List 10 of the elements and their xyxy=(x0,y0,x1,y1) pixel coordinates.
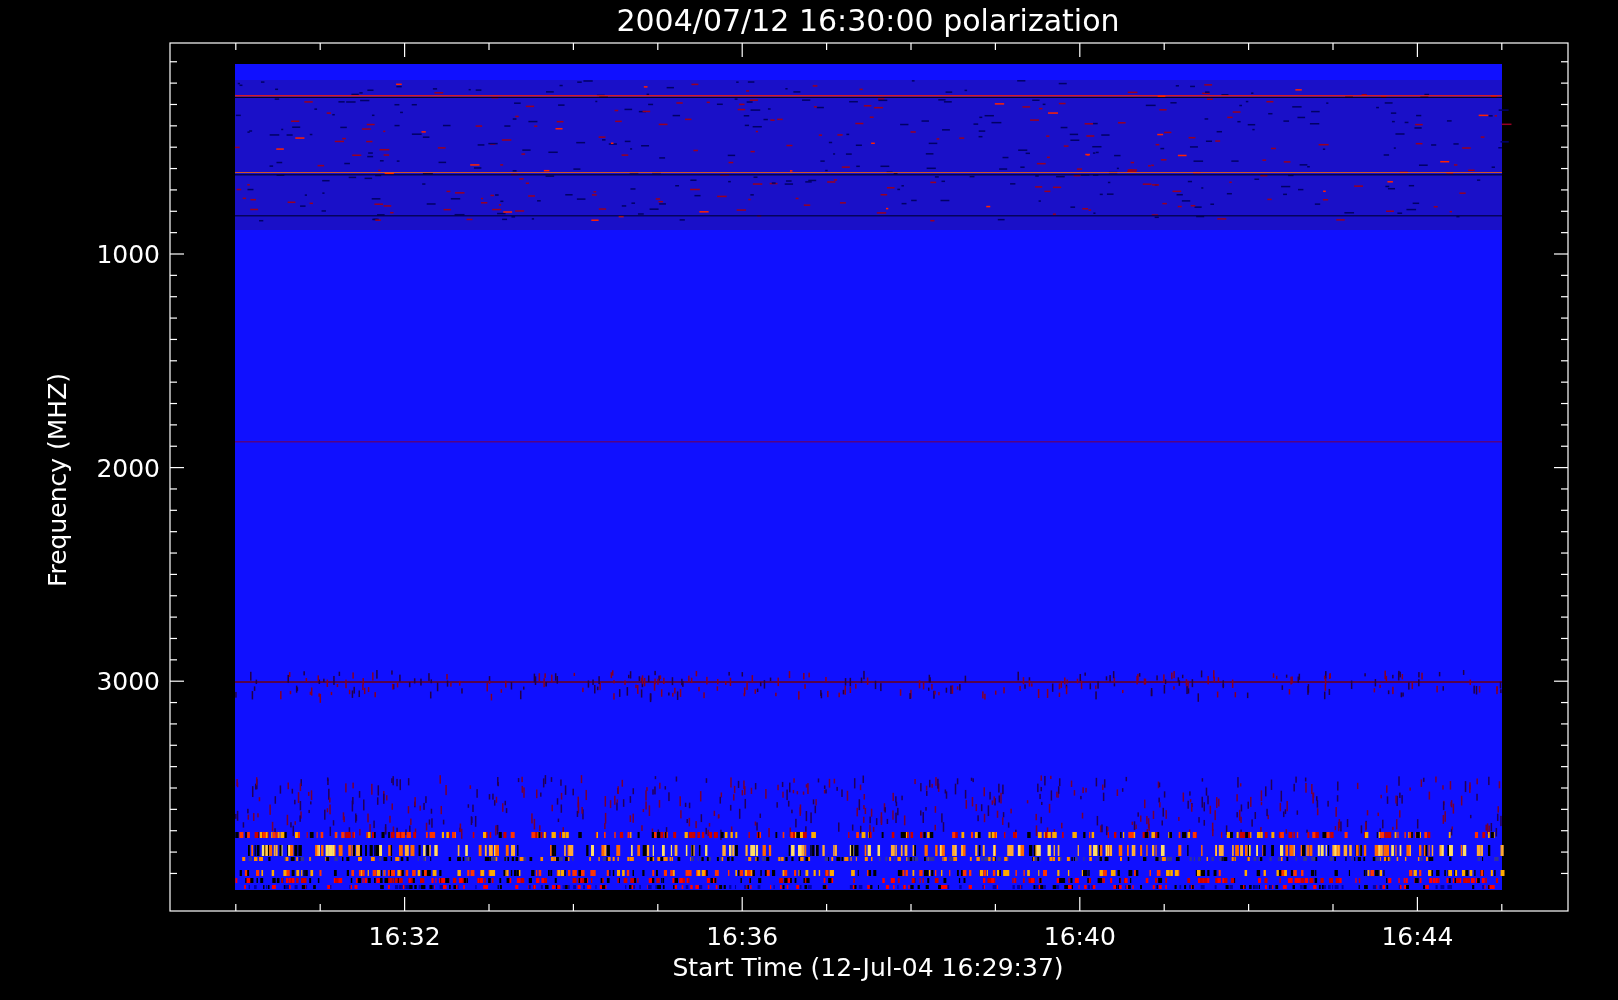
x-tick-label: 16:40 xyxy=(1043,922,1116,951)
y-axis-label: Frequency (MHZ) xyxy=(43,372,72,588)
y-tick-label: 1000 xyxy=(96,240,160,269)
x-tick-label: 16:32 xyxy=(368,922,441,951)
x-tick-label: 16:36 xyxy=(706,922,779,951)
x-axis-label: Start Time (12-Jul-04 16:29:37) xyxy=(672,953,1064,982)
y-tick-label: 3000 xyxy=(96,667,160,697)
y-tick-label: 2000 xyxy=(96,453,160,483)
chart-title: 2004/07/12 16:30:00 polarization xyxy=(616,3,1120,38)
x-tick-label: 16:44 xyxy=(1381,922,1454,951)
